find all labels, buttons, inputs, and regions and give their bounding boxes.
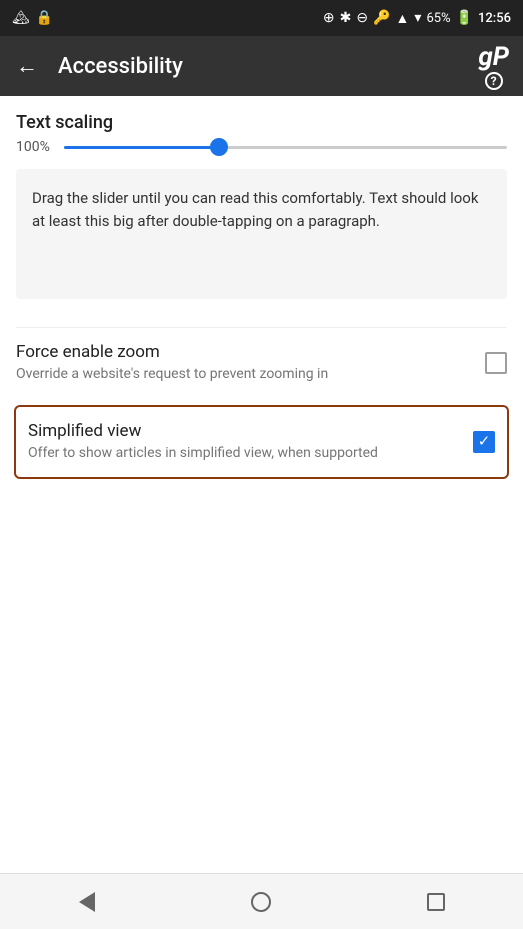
nav-recent-button[interactable] [411, 882, 461, 922]
slider-value-label: 100% [16, 139, 52, 155]
preview-text: Drag the slider until you can read this … [32, 187, 491, 232]
slider-track [64, 146, 507, 149]
status-bar: 🏔 🔒 ⊕ ✱ ⊖ 🔑 ▲ ▾ 65% 🔋 12:56 [0, 0, 523, 36]
simplified-view-highlighted: Simplified view Offer to show articles i… [16, 405, 507, 480]
signal-icon: ▲ [396, 10, 410, 27]
simplified-view-name: Simplified view [28, 421, 457, 441]
main-content: Text scaling 100% Drag the slider until … [0, 96, 523, 479]
slider-fill [64, 146, 219, 149]
back-triangle-icon [79, 892, 95, 912]
app-bar: ← Accessibility gP ? [0, 36, 523, 96]
lock-icon: 🔒 [36, 10, 53, 26]
force-enable-zoom-name: Force enable zoom [16, 342, 469, 362]
simplified-view-info: Simplified view Offer to show articles i… [28, 421, 457, 464]
simplified-view-row[interactable]: Simplified view Offer to show articles i… [14, 405, 509, 480]
text-scaling-section: Text scaling 100% Drag the slider until … [16, 112, 507, 327]
sync-icon: ⊕ [323, 10, 335, 26]
logo-area: gP ? [478, 44, 509, 90]
home-circle-icon [251, 892, 271, 912]
checkmark-icon: ✓ [478, 434, 491, 449]
slider-row: 100% [16, 137, 507, 157]
simplified-view-checkbox[interactable]: ✓ [473, 431, 495, 453]
force-enable-zoom-desc: Override a website's request to prevent … [16, 365, 469, 385]
nav-home-button[interactable] [236, 882, 286, 922]
battery-icon: 🔋 [456, 10, 473, 26]
photo-icon: 🏔 [12, 10, 30, 26]
vpn-icon: 🔑 [373, 10, 390, 26]
time-display: 12:56 [478, 11, 511, 26]
back-button[interactable]: ← [16, 53, 38, 79]
status-bar-right: ⊕ ✱ ⊖ 🔑 ▲ ▾ 65% 🔋 12:56 [323, 10, 511, 27]
page-title: Accessibility [58, 54, 507, 79]
help-button[interactable]: ? [485, 72, 503, 90]
nav-back-button[interactable] [62, 882, 112, 922]
text-scaling-title: Text scaling [16, 112, 507, 133]
dnd-icon: ⊖ [356, 10, 368, 26]
battery-percent: 65% [426, 11, 450, 26]
bluetooth-icon: ✱ [340, 10, 352, 26]
slider-thumb[interactable] [210, 138, 228, 156]
status-bar-left: 🏔 🔒 [12, 10, 53, 26]
nav-bar [0, 873, 523, 929]
force-enable-zoom-checkbox[interactable] [485, 352, 507, 374]
text-scale-slider[interactable] [64, 137, 507, 157]
logo-text: gP [478, 44, 509, 70]
simplified-view-desc: Offer to show articles in simplified vie… [28, 444, 457, 464]
force-enable-zoom-info: Force enable zoom Override a website's r… [16, 342, 469, 385]
preview-box: Drag the slider until you can read this … [16, 169, 507, 299]
force-enable-zoom-row[interactable]: Force enable zoom Override a website's r… [16, 327, 507, 399]
wifi-icon: ▾ [414, 10, 421, 26]
recent-square-icon [427, 893, 445, 911]
